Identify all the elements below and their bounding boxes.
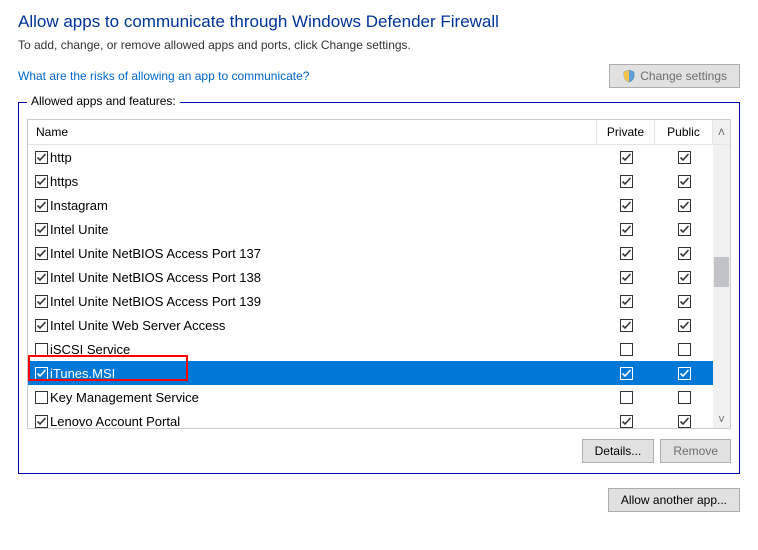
table-row[interactable]: Key Management Service xyxy=(28,385,713,409)
vertical-scrollbar[interactable]: ᐯ xyxy=(713,145,730,428)
row-name-checkbox[interactable] xyxy=(34,150,48,164)
row-private-checkbox[interactable] xyxy=(619,270,633,284)
table-row[interactable]: iTunes.MSI xyxy=(28,361,713,385)
row-public-checkbox[interactable] xyxy=(677,342,691,356)
row-name-label: iSCSI Service xyxy=(50,342,130,357)
row-name-checkbox[interactable] xyxy=(34,222,48,236)
row-name-checkbox[interactable] xyxy=(34,318,48,332)
table-row[interactable]: http xyxy=(28,145,713,169)
row-name-checkbox[interactable] xyxy=(34,198,48,212)
row-private-checkbox[interactable] xyxy=(619,366,633,380)
row-name-checkbox[interactable] xyxy=(34,174,48,188)
row-public-checkbox[interactable] xyxy=(677,270,691,284)
scroll-down-button[interactable]: ᐯ xyxy=(713,411,730,428)
row-name-label: Lenovo Account Portal xyxy=(50,414,180,429)
row-name-label: Instagram xyxy=(50,198,108,213)
row-name-label: https xyxy=(50,174,78,189)
allowed-apps-table: Name Private Public ᐱ http https Instagram… xyxy=(27,119,731,429)
row-private-checkbox[interactable] xyxy=(619,198,633,212)
table-row[interactable]: Intel Unite NetBIOS Access Port 138 xyxy=(28,265,713,289)
row-private-checkbox[interactable] xyxy=(619,414,633,428)
row-private-checkbox[interactable] xyxy=(619,318,633,332)
row-public-checkbox[interactable] xyxy=(677,390,691,404)
table-row[interactable]: iSCSI Service xyxy=(28,337,713,361)
row-name-checkbox[interactable] xyxy=(34,366,48,380)
table-header: Name Private Public ᐱ xyxy=(28,120,730,145)
column-name-header[interactable]: Name xyxy=(28,120,597,144)
table-row[interactable]: Lenovo Account Portal xyxy=(28,409,713,428)
row-name-label: Key Management Service xyxy=(50,390,199,405)
row-name-checkbox[interactable] xyxy=(34,294,48,308)
row-private-checkbox[interactable] xyxy=(619,150,633,164)
table-row[interactable]: Intel Unite xyxy=(28,217,713,241)
page-title: Allow apps to communicate through Window… xyxy=(18,12,740,32)
row-name-label: iTunes.MSI xyxy=(50,366,115,381)
row-private-checkbox[interactable] xyxy=(619,174,633,188)
table-row[interactable]: Intel Unite NetBIOS Access Port 139 xyxy=(28,289,713,313)
change-settings-label: Change settings xyxy=(640,69,727,83)
column-private-header[interactable]: Private xyxy=(597,120,655,144)
row-private-checkbox[interactable] xyxy=(619,246,633,260)
table-row[interactable]: Instagram xyxy=(28,193,713,217)
row-name-checkbox[interactable] xyxy=(34,270,48,284)
row-public-checkbox[interactable] xyxy=(677,246,691,260)
page-subtitle: To add, change, or remove allowed apps a… xyxy=(18,38,740,52)
row-name-label: Intel Unite xyxy=(50,222,109,237)
row-private-checkbox[interactable] xyxy=(619,342,633,356)
allowed-apps-group: Allowed apps and features: Name Private … xyxy=(18,102,740,474)
table-row[interactable]: https xyxy=(28,169,713,193)
scroll-track[interactable] xyxy=(713,145,730,411)
row-public-checkbox[interactable] xyxy=(677,150,691,164)
row-public-checkbox[interactable] xyxy=(677,414,691,428)
row-name-label: Intel Unite NetBIOS Access Port 139 xyxy=(50,294,261,309)
row-public-checkbox[interactable] xyxy=(677,318,691,332)
row-public-checkbox[interactable] xyxy=(677,198,691,212)
remove-button: Remove xyxy=(660,439,731,463)
row-name-label: Intel Unite NetBIOS Access Port 137 xyxy=(50,246,261,261)
row-name-label: http xyxy=(50,150,72,165)
row-name-checkbox[interactable] xyxy=(34,390,48,404)
row-private-checkbox[interactable] xyxy=(619,222,633,236)
row-private-checkbox[interactable] xyxy=(619,390,633,404)
risk-link[interactable]: What are the risks of allowing an app to… xyxy=(18,69,309,83)
row-public-checkbox[interactable] xyxy=(677,174,691,188)
row-name-checkbox[interactable] xyxy=(34,246,48,260)
group-label: Allowed apps and features: xyxy=(27,94,180,108)
scroll-thumb[interactable] xyxy=(714,257,729,287)
change-settings-button[interactable]: Change settings xyxy=(609,64,740,88)
table-row[interactable]: Intel Unite NetBIOS Access Port 137 xyxy=(28,241,713,265)
table-row[interactable]: Intel Unite Web Server Access xyxy=(28,313,713,337)
row-name-label: Intel Unite NetBIOS Access Port 138 xyxy=(50,270,261,285)
row-name-label: Intel Unite Web Server Access xyxy=(50,318,225,333)
scroll-up-header[interactable]: ᐱ xyxy=(713,120,730,144)
row-name-checkbox[interactable] xyxy=(34,414,48,428)
row-public-checkbox[interactable] xyxy=(677,366,691,380)
row-name-checkbox[interactable] xyxy=(34,342,48,356)
details-button[interactable]: Details... xyxy=(582,439,655,463)
row-private-checkbox[interactable] xyxy=(619,294,633,308)
allow-another-app-button[interactable]: Allow another app... xyxy=(608,488,740,512)
row-public-checkbox[interactable] xyxy=(677,294,691,308)
shield-icon xyxy=(622,69,636,83)
row-public-checkbox[interactable] xyxy=(677,222,691,236)
column-public-header[interactable]: Public xyxy=(655,120,713,144)
